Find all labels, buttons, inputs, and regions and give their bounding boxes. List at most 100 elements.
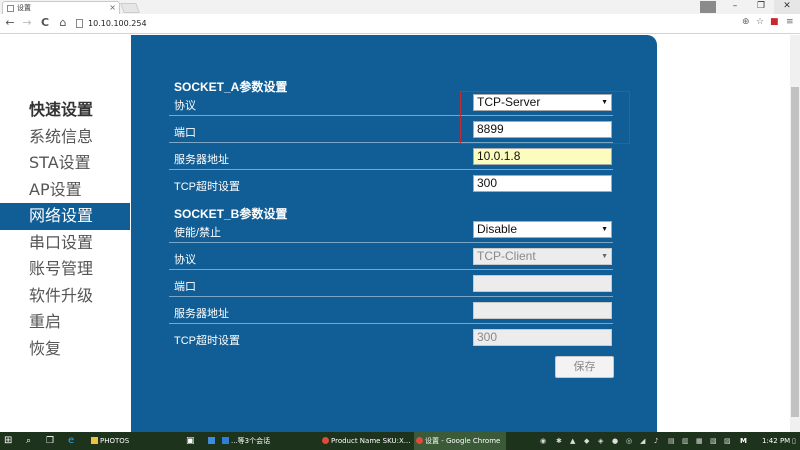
zoom-icon[interactable]: ⊕ [742, 17, 750, 27]
sidebar-item-quick-setup[interactable]: 快速设置 [0, 97, 130, 124]
socket-a-timeout-label: TCP超时设置 [174, 181, 240, 193]
user-profile-icon[interactable] [700, 1, 716, 13]
bookmark-star-icon[interactable]: ☆ [756, 17, 764, 27]
pinned-app-icon[interactable] [206, 432, 218, 450]
page-scrollbar[interactable] [790, 35, 800, 432]
extension-icon[interactable]: ■ [770, 17, 779, 27]
network-icon[interactable]: ◢ [640, 432, 645, 450]
tray-icon-2[interactable]: ✱ [556, 432, 562, 450]
socket-b-port-label: 端口 [174, 281, 196, 293]
maximize-button[interactable]: ❐ [748, 0, 774, 14]
sidebar-item-system-info[interactable]: 系统信息 [0, 124, 130, 151]
socket-b-timeout-input[interactable]: 300 [473, 329, 612, 346]
volume-icon[interactable]: ♪ [654, 432, 658, 450]
chrome-icon [416, 437, 423, 444]
sidebar-item-upgrade[interactable]: 软件升级 [0, 283, 130, 310]
taskbar-clock[interactable]: 1:42 PM [762, 432, 790, 450]
socket-b-enable-row: 使能/禁止 Disable ▼ [169, 216, 613, 243]
socket-b-enable-label: 使能/禁止 [174, 227, 222, 239]
tray-icon-7[interactable]: ◎ [626, 432, 632, 450]
chat-app-icon [222, 437, 229, 444]
socket-a-timeout-input[interactable]: 300 [473, 175, 612, 192]
home-icon[interactable]: ⌂ [56, 16, 70, 30]
tray-icon-5[interactable]: ◈ [598, 432, 603, 450]
tray-icon-3[interactable]: ▲ [570, 432, 575, 450]
scrollbar-thumb[interactable] [791, 87, 799, 417]
socket-b-protocol-row: 协议 TCP-Client ▼ [169, 243, 613, 270]
chrome-menu-icon[interactable]: ≡ [786, 17, 794, 27]
socket-b-port-input[interactable] [473, 275, 612, 292]
chrome-icon [322, 437, 329, 444]
sidebar-item-network[interactable]: 网络设置 [0, 203, 130, 230]
browser-titlebar: 设置 × – ❐ ✕ [0, 0, 800, 15]
sidebar-item-restart[interactable]: 重启 [0, 309, 130, 336]
taskbar-app-chat[interactable]: ...等3个会话 [220, 432, 312, 450]
tab-close-icon[interactable]: × [109, 2, 116, 14]
save-button[interactable]: 保存 [555, 356, 614, 378]
sidebar-nav: 快速设置 系统信息 STA设置 AP设置 网络设置 串口设置 账号管理 软件升级… [0, 97, 130, 362]
page-content: 快速设置 系统信息 STA设置 AP设置 网络设置 串口设置 账号管理 软件升级… [0, 35, 800, 432]
socket-b-server-input[interactable] [473, 302, 612, 319]
minimize-button[interactable]: – [722, 0, 748, 14]
taskbar-app-label: ...等3个会话 [231, 437, 271, 445]
tray-icon-8[interactable]: ▤ [668, 432, 675, 450]
tray-icon-10[interactable]: ▦ [696, 432, 703, 450]
socket-b-enable-select[interactable]: Disable ▼ [473, 221, 612, 238]
browser-toolbar: ← → C ⌂ 10.10.100.254 ⊕ ☆ ■ ≡ [0, 14, 800, 34]
settings-panel: SOCKET_A参数设置 协议 TCP-Server ▼ 端口 8899 服务器… [131, 35, 657, 432]
socket-b-timeout-row: TCP超时设置 300 [169, 324, 613, 351]
socket-b-timeout-label: TCP超时设置 [174, 335, 240, 347]
highlight-box [460, 91, 630, 144]
store-icon[interactable]: ▣ [186, 432, 198, 450]
taskbar-app-label: 设置 - Google Chrome [425, 437, 501, 445]
tray-icon-4[interactable]: ◆ [584, 432, 589, 450]
sidebar-item-sta[interactable]: STA设置 [0, 150, 130, 177]
socket-a-server-label: 服务器地址 [174, 154, 229, 166]
page-info-icon[interactable] [76, 19, 83, 28]
edge-browser-icon[interactable]: e [68, 432, 80, 450]
input-method-icon[interactable]: M [740, 432, 747, 450]
dropdown-arrow-icon: ▼ [601, 226, 608, 233]
socket-b-port-row: 端口 [169, 270, 613, 297]
socket-a-server-row: 服务器地址 10.0.1.8 [169, 143, 613, 170]
tab-title: 设置 [17, 4, 31, 12]
socket-b-protocol-label: 协议 [174, 254, 196, 266]
socket-a-timeout-row: TCP超时设置 300 [169, 170, 613, 197]
sidebar-item-ap[interactable]: AP设置 [0, 177, 130, 204]
windows-start-icon[interactable]: ⊞ [4, 432, 18, 450]
sidebar-item-restore[interactable]: 恢复 [0, 336, 130, 363]
search-icon[interactable]: ⌕ [26, 432, 38, 450]
taskbar-app-product[interactable]: Product Name SKU:X... [320, 432, 412, 450]
tray-icon-9[interactable]: ▥ [682, 432, 689, 450]
socket-b-server-row: 服务器地址 [169, 297, 613, 324]
windows-taskbar: ⊞ ⌕ ❐ e PHOTOS ▣ ...等3个会话 Product Name S… [0, 432, 800, 450]
taskbar-app-label: PHOTOS [100, 437, 130, 445]
tray-icon-6[interactable]: ● [612, 432, 618, 450]
taskbar-app-settings-chrome[interactable]: 设置 - Google Chrome [414, 432, 506, 450]
socket-a-protocol-label: 协议 [174, 100, 196, 112]
sidebar-item-serial[interactable]: 串口设置 [0, 230, 130, 257]
new-tab-button[interactable] [120, 3, 140, 13]
back-icon[interactable]: ← [3, 16, 17, 30]
socket-b-server-label: 服务器地址 [174, 308, 229, 320]
page-favicon-icon [7, 5, 14, 12]
task-view-icon[interactable]: ❐ [46, 432, 58, 450]
close-window-button[interactable]: ✕ [774, 0, 800, 14]
folder-icon [91, 437, 98, 444]
tray-icon-11[interactable]: ▧ [710, 432, 717, 450]
address-bar[interactable]: 10.10.100.254 [88, 17, 688, 30]
dropdown-arrow-icon: ▼ [601, 253, 608, 260]
socket-b-protocol-select[interactable]: TCP-Client ▼ [473, 248, 612, 265]
tray-icon-12[interactable]: ▨ [724, 432, 731, 450]
window-controls: – ❐ ✕ [700, 0, 800, 14]
reload-icon[interactable]: C [38, 16, 52, 30]
tray-icon-1[interactable]: ◉ [540, 432, 546, 450]
forward-icon[interactable]: → [20, 16, 34, 30]
socket-a-server-input[interactable]: 10.0.1.8 [473, 148, 612, 165]
sidebar-item-account[interactable]: 账号管理 [0, 256, 130, 283]
taskbar-app-label: Product Name SKU:X... [331, 437, 411, 445]
pinned-app-square [208, 437, 215, 444]
browser-tab[interactable]: 设置 × [2, 1, 120, 15]
notification-icon[interactable]: ▯ [792, 432, 796, 450]
taskbar-app-photos[interactable]: PHOTOS [89, 432, 171, 450]
